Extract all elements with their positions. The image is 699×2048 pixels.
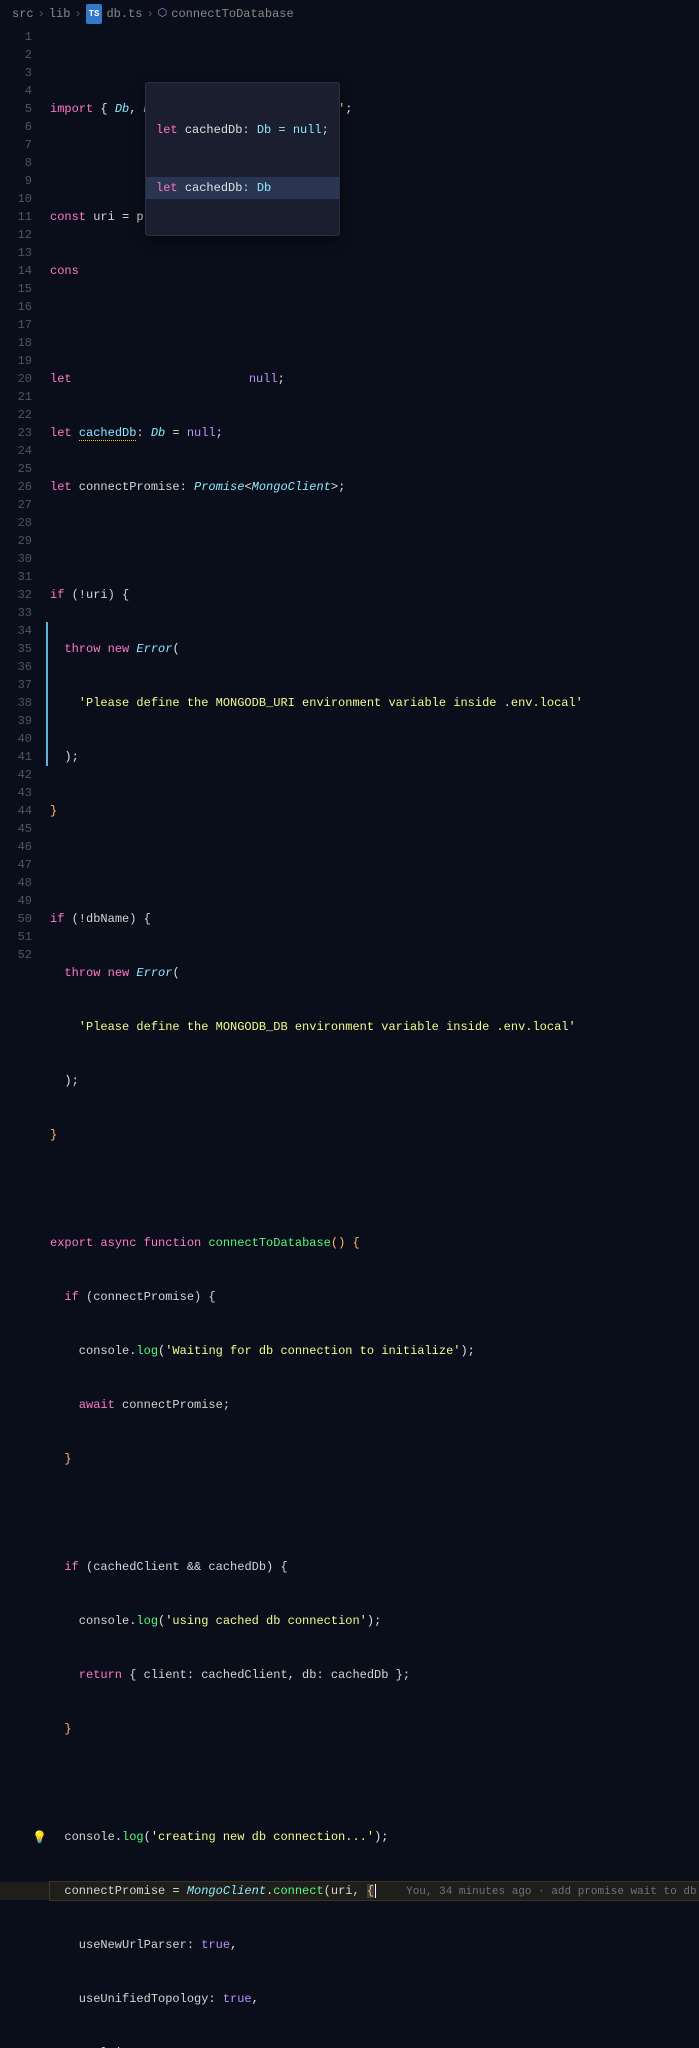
code-area[interactable]: import { Db, MongoClient } from 'mongodb… bbox=[50, 28, 699, 2048]
active-line[interactable]: connectPromise = MongoClient.connect(uri… bbox=[50, 1882, 699, 1900]
autocomplete-popup[interactable]: let cachedDb: Db = null; let cachedDb: D… bbox=[145, 82, 340, 236]
git-change-bar bbox=[46, 622, 48, 766]
code-editor[interactable]: 1234567891011121314151617181920212223242… bbox=[0, 28, 699, 2048]
breadcrumb-file[interactable]: db.ts bbox=[106, 5, 142, 23]
function-icon: ⬡ bbox=[158, 5, 168, 23]
breadcrumb-folder[interactable]: src bbox=[12, 5, 34, 23]
breadcrumb-sep: › bbox=[146, 5, 153, 23]
breadcrumb-folder[interactable]: lib bbox=[49, 5, 71, 23]
breadcrumb-sep: › bbox=[74, 5, 81, 23]
lightbulb-icon[interactable]: 💡 bbox=[32, 1829, 47, 1847]
suggest-item[interactable]: let cachedDb: Db = null; bbox=[146, 119, 339, 141]
line-number-gutter: 1234567891011121314151617181920212223242… bbox=[0, 28, 50, 2048]
breadcrumb-sep: › bbox=[38, 5, 45, 23]
breadcrumb[interactable]: src › lib › TS db.ts › ⬡ connectToDataba… bbox=[0, 0, 699, 28]
breadcrumb-symbol[interactable]: connectToDatabase bbox=[171, 5, 293, 23]
git-blame-lens[interactable]: You, 34 minutes ago · add promise wait t… bbox=[406, 1886, 699, 1898]
ts-badge-icon: TS bbox=[86, 4, 103, 24]
text-cursor bbox=[375, 1884, 376, 1898]
suggest-item-selected[interactable]: let cachedDb: Db bbox=[146, 177, 339, 199]
